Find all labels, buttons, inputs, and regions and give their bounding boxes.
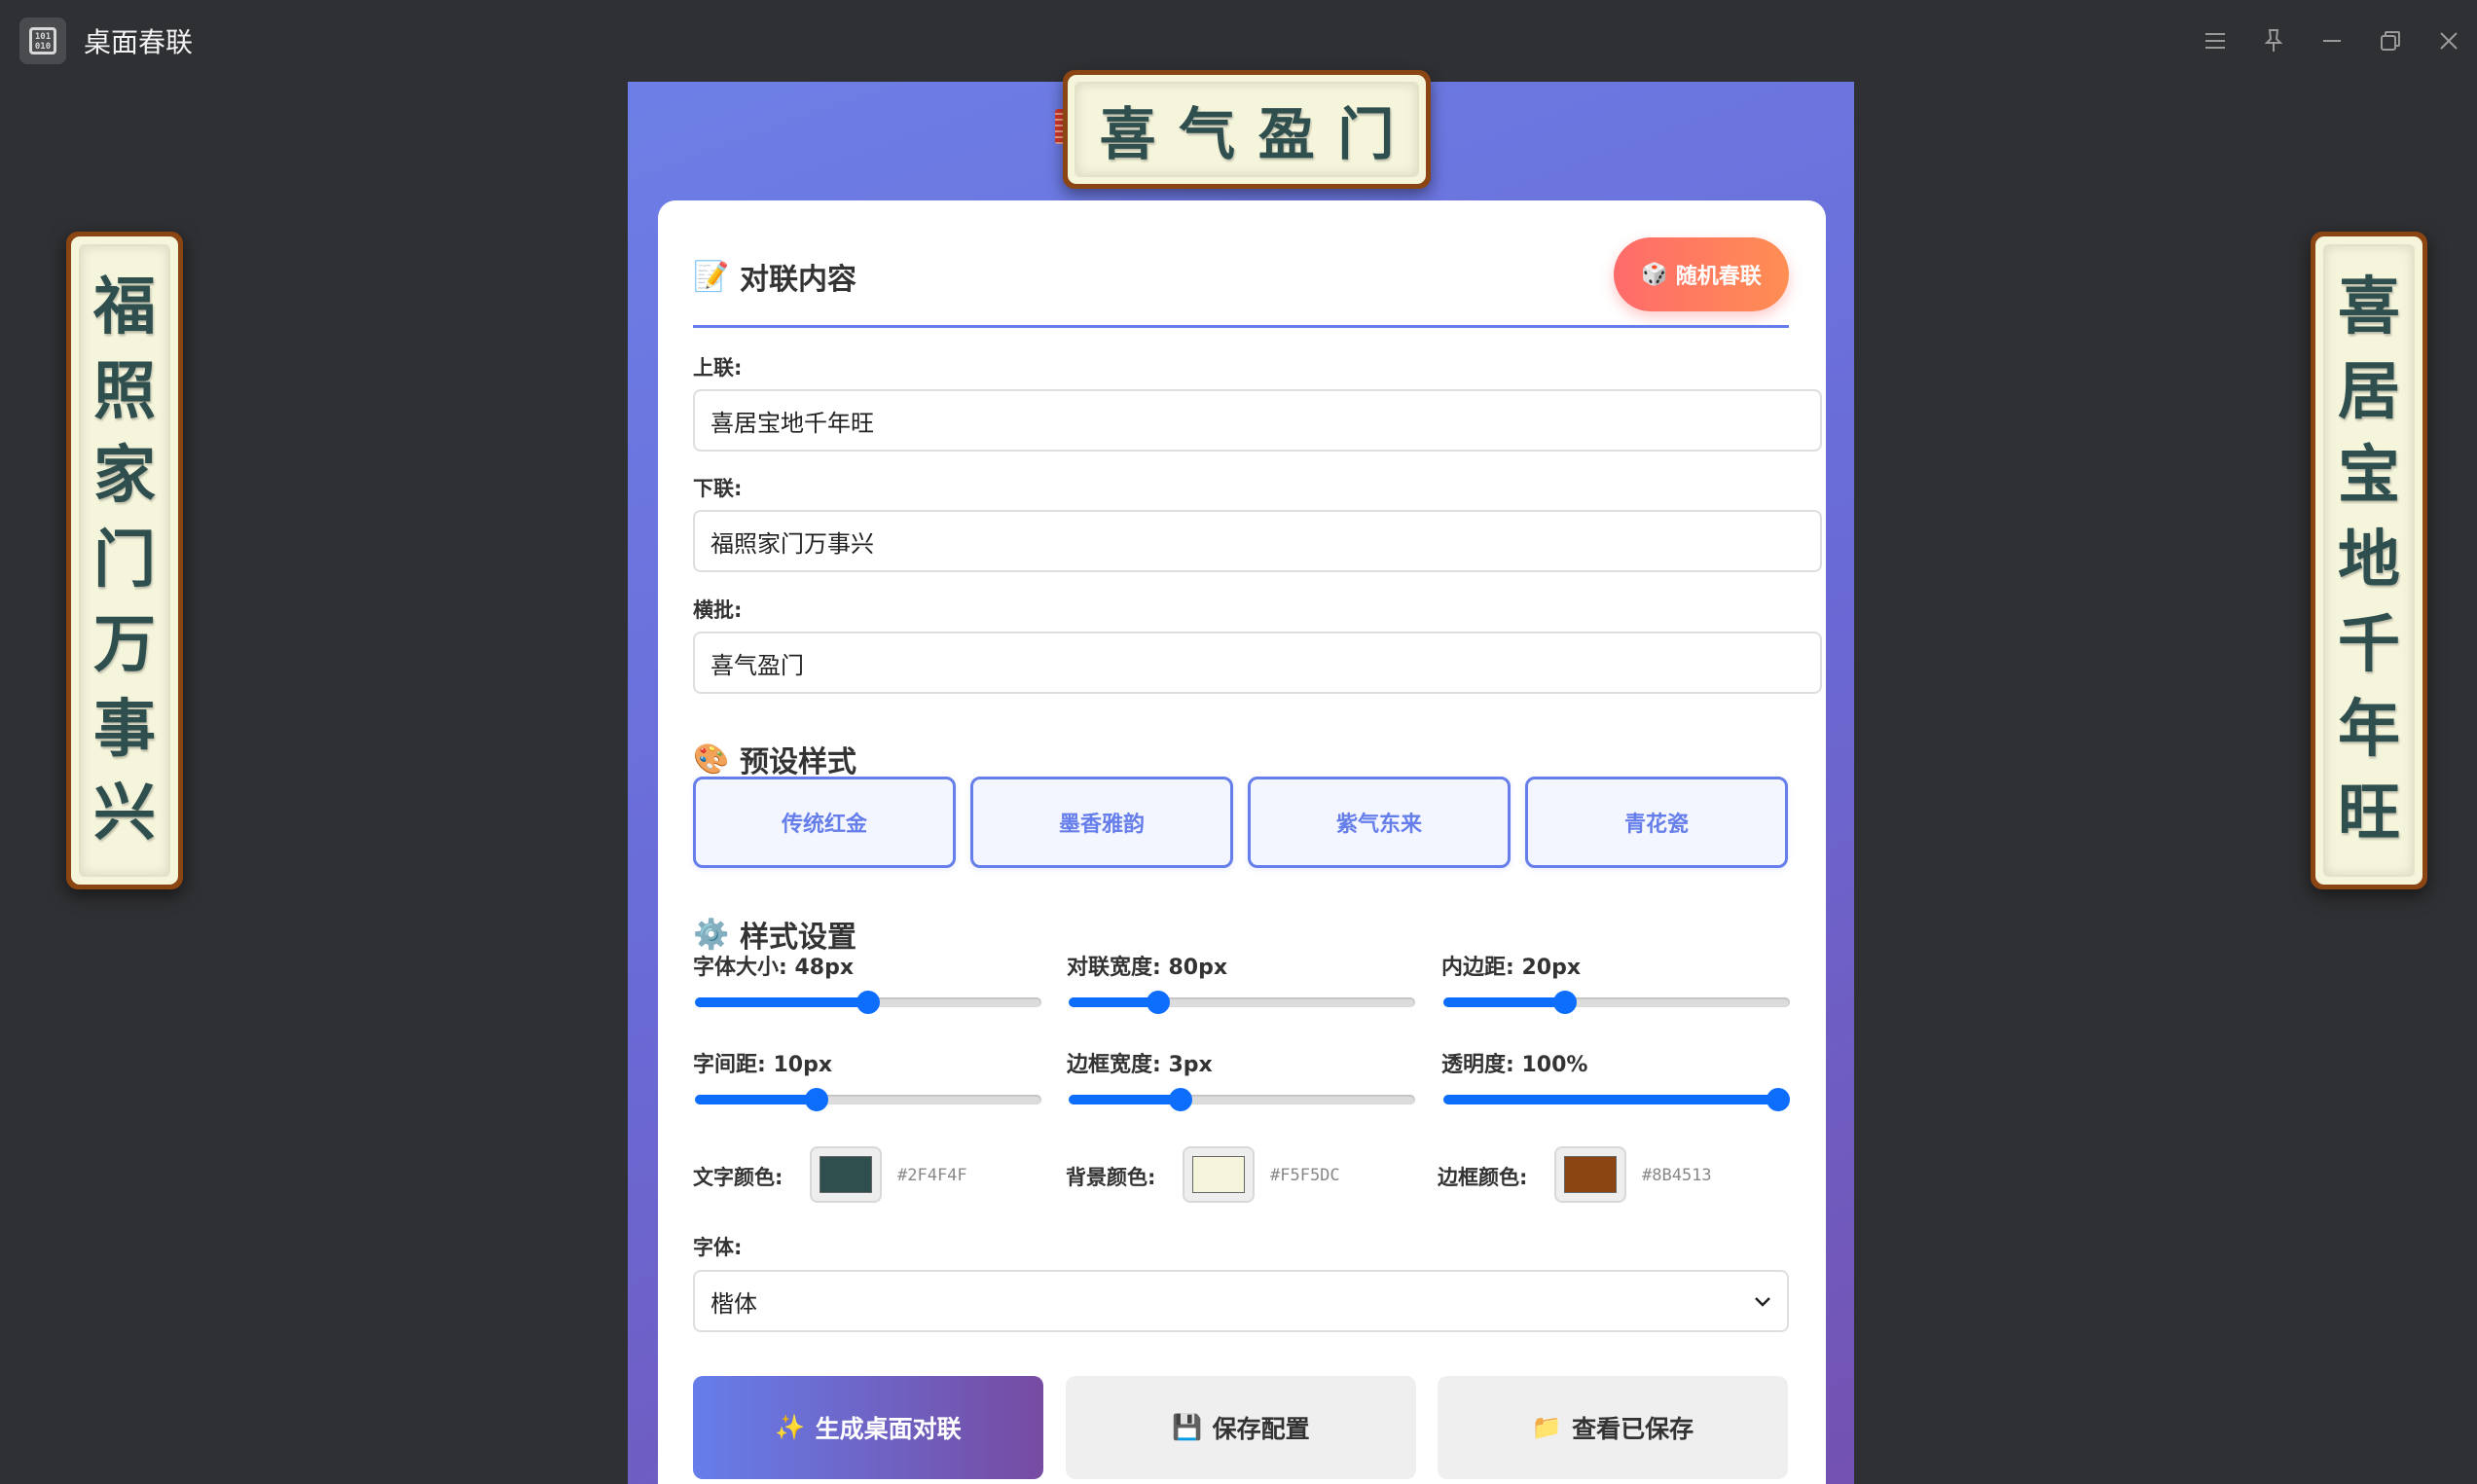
preset-ink-fragrance[interactable]: 墨香雅韵 [970, 777, 1233, 868]
couplet-character: 喜 [1099, 101, 1156, 167]
content-section-header: 📝 对联内容 [693, 255, 856, 298]
right-couplet[interactable]: 喜居宝地千年旺 [2311, 232, 2427, 889]
horizontal-couplet-label: 横批: [693, 598, 743, 622]
slider-thumb[interactable] [1767, 1088, 1790, 1111]
couplet-character: 千 [2338, 607, 2400, 681]
dice-icon: 🎲 [1641, 262, 1668, 287]
slider-thumb[interactable] [1168, 1088, 1192, 1111]
right-couplet-text: 喜居宝地千年旺 [2323, 244, 2415, 877]
presets-section-header: 🎨 预设样式 [693, 738, 856, 780]
couplet-character: 家 [93, 439, 156, 513]
text-color-label: 文字颜色: [693, 1166, 783, 1189]
upper-couplet-label: 上联: [693, 356, 743, 380]
generate-couplet-button[interactable]: ✨ 生成桌面对联 [693, 1376, 1043, 1479]
save-config-button[interactable]: 💾 保存配置 [1066, 1376, 1416, 1479]
slider-thumb[interactable] [856, 991, 880, 1014]
upper-couplet-input[interactable]: 喜居宝地千年旺 [693, 389, 1822, 452]
font-select-value: 楷体 [710, 1289, 757, 1318]
sparkles-icon: ✨ [775, 1413, 806, 1441]
palette-icon: 🎨 [693, 742, 730, 777]
text-color-hex: #2F4F4F [897, 1166, 967, 1185]
couplet-character: 宝 [2338, 439, 2400, 513]
couplet-width-label: 对联宽度: 80px [1067, 956, 1228, 980]
save-config-label: 保存配置 [1212, 1415, 1310, 1443]
background-color-hex: #F5F5DC [1270, 1166, 1340, 1185]
text-color-picker[interactable] [810, 1146, 882, 1203]
app-icon: 101 010 [19, 18, 66, 64]
left-couplet-text: 福照家门万事兴 [79, 244, 170, 877]
horizontal-couplet[interactable]: 喜气盈门 [1063, 70, 1431, 189]
couplet-character: 居 [2338, 354, 2400, 428]
chevron-down-icon [1754, 1289, 1771, 1314]
slider-thumb[interactable] [1552, 991, 1577, 1014]
border-width-slider[interactable] [1069, 1087, 1415, 1111]
preset-traditional-red-gold[interactable]: 传统红金 [693, 777, 956, 868]
border-width-label: 边框宽度: 3px [1067, 1053, 1213, 1077]
window-title: 桌面春联 [84, 26, 194, 58]
background-color-picker[interactable] [1183, 1146, 1255, 1203]
random-couplet-label: 随机春联 [1675, 265, 1762, 289]
couplet-character: 福 [93, 270, 156, 344]
preset-purple-east[interactable]: 紫气东来 [1248, 777, 1511, 868]
random-couplet-button[interactable]: 🎲 随机春联 [1614, 237, 1789, 311]
presets-section-title: 预设样式 [740, 745, 856, 779]
couplet-character: 喜 [2338, 270, 2400, 344]
couplet-character: 门 [1337, 101, 1395, 167]
lower-couplet-label: 下联: [693, 477, 743, 500]
opacity-label: 透明度: 100% [1441, 1053, 1588, 1077]
couplet-character: 门 [93, 524, 156, 597]
slider-thumb[interactable] [1146, 991, 1170, 1014]
minimize-icon[interactable] [2317, 21, 2347, 60]
font-size-label: 字体大小: 48px [693, 956, 855, 980]
border-color-label: 边框颜色: [1438, 1166, 1528, 1189]
folder-icon: 📁 [1531, 1413, 1563, 1441]
couplet-character: 年 [2338, 692, 2400, 766]
letter-spacing-label: 字间距: 10px [693, 1053, 833, 1077]
preset-blue-white-porcelain[interactable]: 青花瓷 [1525, 777, 1788, 868]
left-couplet[interactable]: 福照家门万事兴 [66, 232, 183, 889]
padding-slider[interactable] [1443, 990, 1790, 1014]
generate-couplet-label: 生成桌面对联 [815, 1415, 962, 1443]
font-select[interactable]: 楷体 [693, 1270, 1789, 1332]
opacity-slider[interactable] [1443, 1087, 1790, 1111]
floppy-disk-icon: 💾 [1172, 1413, 1203, 1441]
restore-icon[interactable] [2376, 21, 2405, 60]
letter-spacing-slider[interactable] [695, 1087, 1041, 1111]
close-icon[interactable] [2434, 21, 2463, 60]
content-section-title: 对联内容 [740, 263, 856, 297]
lower-couplet-input[interactable]: 福照家门万事兴 [693, 510, 1822, 572]
border-color-picker[interactable] [1554, 1146, 1626, 1203]
horizontal-couplet-input[interactable]: 喜气盈门 [693, 632, 1822, 694]
pin-icon[interactable] [2259, 21, 2288, 60]
background-color-label: 背景颜色: [1066, 1166, 1156, 1189]
horizontal-couplet-text: 喜气盈门 [1075, 82, 1419, 177]
couplet-character: 兴 [93, 777, 156, 851]
padding-label: 内边距: 20px [1441, 956, 1582, 980]
couplet-width-slider[interactable] [1069, 990, 1415, 1014]
couplet-character: 万 [93, 607, 156, 681]
couplet-character: 盈 [1257, 101, 1315, 167]
memo-icon: 📝 [693, 259, 730, 294]
border-color-hex: #8B4513 [1642, 1166, 1712, 1185]
font-label: 字体: [693, 1236, 743, 1259]
couplet-character: 旺 [2338, 777, 2400, 851]
couplet-character: 地 [2338, 524, 2400, 597]
window-controls [2201, 21, 2463, 60]
slider-thumb[interactable] [804, 1088, 828, 1111]
couplet-character: 照 [93, 354, 156, 428]
section-divider [693, 325, 1789, 328]
view-saved-button[interactable]: 📁 查看已保存 [1438, 1376, 1788, 1479]
couplet-character: 事 [93, 692, 156, 766]
couplet-character: 气 [1179, 101, 1236, 167]
menu-icon[interactable] [2201, 21, 2230, 60]
font-size-slider[interactable] [695, 990, 1041, 1014]
view-saved-label: 查看已保存 [1572, 1415, 1694, 1443]
gear-icon: ⚙️ [693, 917, 730, 952]
